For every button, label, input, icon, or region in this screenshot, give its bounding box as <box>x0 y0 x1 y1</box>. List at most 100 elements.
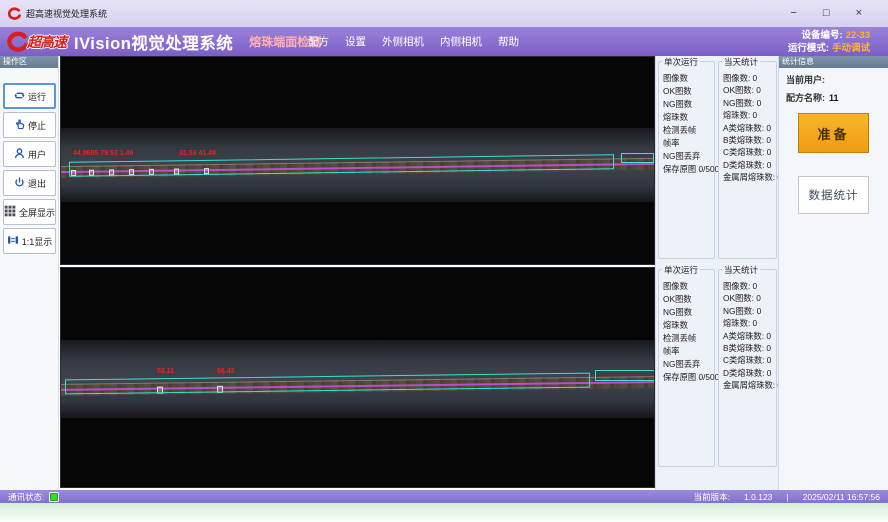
stat-row: 金属屑熔珠数: 0 <box>723 171 776 183</box>
power-icon <box>13 176 26 190</box>
run-mode-value: 手动调试 <box>832 43 870 54</box>
stat-row: NG图数 <box>663 306 714 319</box>
stop-button-label: 停止 <box>28 119 46 132</box>
brand-block: 超高速 IVision视觉处理系统 熔珠端面检测 <box>6 30 321 54</box>
one-to-one-icon <box>7 234 20 248</box>
run-mode-label: 运行模式: <box>788 43 829 54</box>
status-bar-right: 当前版本: 1.0.123 | 2025/02/11 16:57:56 <box>694 491 880 503</box>
stat-row: OK图数: 0 <box>723 84 776 96</box>
info-panel-title: 统计信息 <box>779 56 888 68</box>
app-header: 超高速 IVision视觉处理系统 熔珠端面检测 配方 设置 外侧相机 内侧相机… <box>0 27 888 56</box>
menu-item-inner-camera[interactable]: 内侧相机 <box>440 34 482 49</box>
current-user-label: 当前用户: <box>786 75 825 85</box>
prepare-button[interactable]: 准备 <box>798 113 869 153</box>
stat-row: NG图丢弃 <box>663 358 714 371</box>
stat-row: D类熔珠数: 0 <box>723 159 776 171</box>
run-button[interactable]: 运行 <box>3 83 56 109</box>
info-panel: 统计信息 当前用户: 配方名称:11 准备 数据统计 <box>778 56 888 490</box>
exit-button-label: 退出 <box>28 177 46 190</box>
stat-row: 检测丢帧 <box>663 124 714 137</box>
version-value: 1.0.123 <box>744 492 772 502</box>
version-label: 当前版本: <box>694 491 730 503</box>
stat-row: NG图数: 0 <box>723 97 776 109</box>
data-statistics-button[interactable]: 数据统计 <box>798 176 869 214</box>
fullscreen-grid-icon <box>4 205 17 219</box>
close-button[interactable]: × <box>856 0 862 27</box>
measurement-label: 56.43 <box>217 368 235 375</box>
fullscreen-button-label: 全屏显示 <box>19 206 55 219</box>
datetime: 2025/02/11 16:57:56 <box>803 492 880 502</box>
user-button[interactable]: 用户 <box>3 141 56 167</box>
outer-camera-view: 44.9685 79.53 1.49 31.53 41.49 <box>60 56 655 265</box>
stop-button[interactable]: 停止 <box>3 112 56 138</box>
recipe-name-row: 配方名称:11 <box>779 91 888 104</box>
window-title: 超高速视觉处理系统 <box>26 7 107 20</box>
stat-row: OK图数 <box>663 293 714 306</box>
stat-row: B类熔珠数: 0 <box>723 134 776 146</box>
single-run-group-2: 单次运行 图像数 OK图数 NG图数 熔珠数 检测丢帧 帧率 NG图丢弃 保存原… <box>658 269 715 467</box>
menu-item-help[interactable]: 帮助 <box>498 34 519 49</box>
roi-box <box>595 370 655 381</box>
minimize-button[interactable]: − <box>790 0 796 27</box>
device-number-label: 设备编号: <box>802 30 843 41</box>
app-logo-icon <box>8 7 21 20</box>
fullscreen-button[interactable]: 全屏显示 <box>3 199 56 225</box>
comm-status-led <box>50 493 58 501</box>
one-to-one-button-label: 1:1显示 <box>22 235 53 248</box>
comm-status-label: 通讯状态: <box>8 491 44 503</box>
single-run-group-1: 单次运行 图像数 OK图数 NG图数 熔珠数 检测丢帧 帧率 NG图丢弃 保存原… <box>658 61 715 259</box>
menu-item-outer-camera[interactable]: 外侧相机 <box>382 34 424 49</box>
stat-row: 熔珠数: 0 <box>723 109 776 121</box>
restore-button[interactable]: □ <box>823 0 830 27</box>
stat-row: 保存原图 0/500 <box>663 163 714 176</box>
stat-row: 帧率 <box>663 137 714 150</box>
stat-row: 熔珠数: 0 <box>723 317 776 329</box>
group-title: 当天统计 <box>722 56 760 68</box>
operation-panel-title: 操作区 <box>0 56 58 68</box>
stat-row: D类熔珠数: 0 <box>723 367 776 379</box>
group-title: 单次运行 <box>662 264 700 276</box>
today-stats-group-1: 当天统计 图像数: 0 OK图数: 0 NG图数: 0 熔珠数: 0 A类熔珠数… <box>718 61 777 259</box>
group-title: 单次运行 <box>662 56 700 68</box>
statistics-region: 单次运行 图像数 OK图数 NG图数 熔珠数 检测丢帧 帧率 NG图丢弃 保存原… <box>655 56 778 490</box>
stat-row: 图像数 <box>663 280 714 293</box>
menu-item-recipe[interactable]: 配方 <box>308 34 329 49</box>
window-controls: − □ × <box>790 0 880 27</box>
exit-button[interactable]: 退出 <box>3 170 56 196</box>
window-titlebar: 超高速视觉处理系统 − □ × <box>0 0 888 27</box>
stat-row: NG图丢弃 <box>663 150 714 163</box>
footer-strip <box>0 503 888 522</box>
stat-row: 熔珠数 <box>663 319 714 332</box>
stat-row: 图像数 <box>663 72 714 85</box>
roi-box <box>621 153 654 163</box>
status-bar: 通讯状态: 当前版本: 1.0.123 | 2025/02/11 16:57:5… <box>0 490 888 503</box>
stat-row: 帧率 <box>663 345 714 358</box>
run-loop-icon <box>13 89 26 103</box>
main-menu: 配方 设置 外侧相机 内侧相机 帮助 <box>308 27 519 56</box>
menu-item-settings[interactable]: 设置 <box>345 34 366 49</box>
stat-row: OK图数 <box>663 85 714 98</box>
user-button-label: 用户 <box>28 148 46 161</box>
inner-camera-view: 53.11 56.43 <box>60 267 655 488</box>
stat-row: C类熔珠数: 0 <box>723 354 776 366</box>
stop-hand-icon <box>13 118 26 132</box>
device-number-value: 22-33 <box>846 30 870 41</box>
one-to-one-button[interactable]: 1:1显示 <box>3 228 56 254</box>
device-number-row: 设备编号:22-33 <box>788 29 870 42</box>
stat-row: 保存原图 0/500 <box>663 371 714 384</box>
stat-row: A类熔珠数: 0 <box>723 122 776 134</box>
stat-row: B类熔珠数: 0 <box>723 342 776 354</box>
stat-row: 金属屑熔珠数: 0 <box>723 379 776 391</box>
run-button-label: 运行 <box>28 90 46 103</box>
brand-name: 超高速 <box>27 32 66 52</box>
operation-panel: 操作区 运行 停止 用户 <box>0 56 59 490</box>
measurement-label: 31.53 41.49 <box>179 150 216 157</box>
stat-row: C类熔珠数: 0 <box>723 146 776 158</box>
current-user-row: 当前用户: <box>779 73 888 86</box>
measurement-label: 53.11 <box>157 368 174 375</box>
measurement-label: 44.9685 79.53 1.49 <box>73 150 133 157</box>
device-info: 设备编号:22-33 运行模式:手动调试 <box>788 29 870 55</box>
app-title: IVision视觉处理系统 <box>74 30 233 54</box>
run-mode-row: 运行模式:手动调试 <box>788 42 870 55</box>
stat-row: 熔珠数 <box>663 111 714 124</box>
